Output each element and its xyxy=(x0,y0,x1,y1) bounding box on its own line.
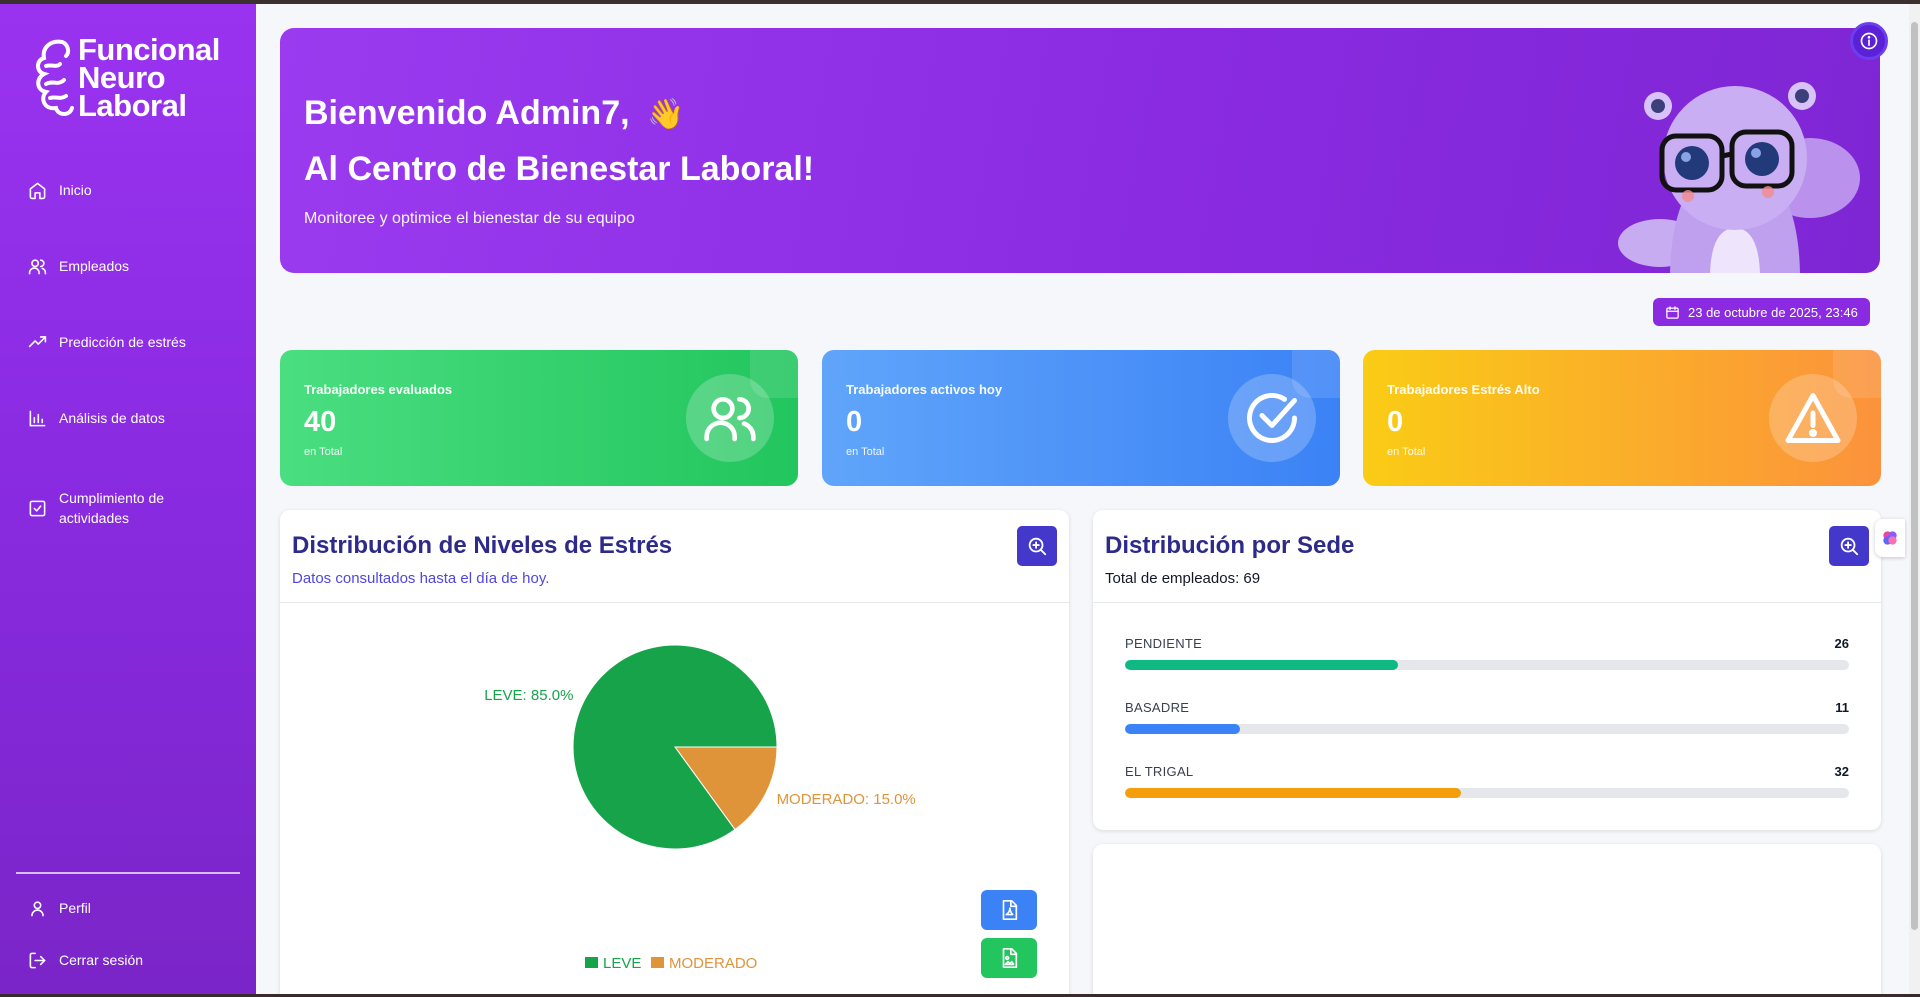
brain-widget-button[interactable] xyxy=(1875,519,1905,557)
user-icon xyxy=(31,900,44,916)
legend-label: LEVE xyxy=(603,955,641,972)
stat-card-estres-alto: Trabajadores Estrés Alto 0 en Total xyxy=(1363,350,1881,486)
wave-emoji-icon: 👋 xyxy=(647,98,685,131)
legend-label: MODERADO xyxy=(669,955,757,972)
info-button[interactable] xyxy=(1850,22,1888,60)
sede-name: PENDIENTE xyxy=(1125,636,1203,651)
trending-up-icon xyxy=(28,335,47,347)
date-badge: 23 de octubre de 2025, 23:46 xyxy=(1653,298,1870,326)
sidebar-item-label: Perfil xyxy=(59,900,91,916)
sede-progress-fill xyxy=(1125,724,1241,734)
image-file-icon xyxy=(1002,948,1018,968)
legend-item-leve[interactable]: LEVE xyxy=(585,955,641,972)
check-square-icon xyxy=(29,500,46,516)
sidebar-item-label: Cumplimiento de actividades xyxy=(59,490,165,526)
sede-count: 11 xyxy=(1835,700,1849,715)
pie-label-leve: LEVE: 85.0% xyxy=(484,687,573,704)
sidebar-item-analisis[interactable]: Análisis de datos xyxy=(28,408,209,428)
sidebar-item-prediccion[interactable]: Predicción de estrés xyxy=(28,332,209,352)
pdf-file-icon xyxy=(1002,900,1018,920)
stat-value: 40 xyxy=(304,406,337,438)
sidebar-item-cerrar-sesion[interactable]: Cerrar sesión xyxy=(28,950,209,970)
sidebar-item-label: Predicción de estrés xyxy=(59,334,186,350)
export-pdf-button[interactable] xyxy=(981,890,1037,930)
sede-name: EL TRIGAL xyxy=(1125,764,1194,779)
card-title: Distribución por Sede xyxy=(1105,532,1355,559)
logo-text: Funcional Neuro Laboral xyxy=(78,34,220,123)
stat-label: Trabajadores activos hoy xyxy=(846,382,1003,397)
logo-line-3: Laboral xyxy=(78,88,187,123)
stat-icon-wrap xyxy=(1769,374,1857,462)
home-icon xyxy=(29,182,46,199)
sede-progress-track xyxy=(1125,660,1849,670)
sidebar-divider xyxy=(16,872,240,874)
card-title: Distribución de Niveles de Estrés xyxy=(292,532,673,559)
sidebar: Funcional Neuro Laboral Inicio Empleados… xyxy=(0,4,256,994)
card-subtitle: Total de empleados: 69 xyxy=(1105,570,1261,587)
sede-progress-fill xyxy=(1125,788,1461,798)
app-logo[interactable]: Funcional Neuro Laboral xyxy=(32,34,220,122)
card-subtitle: Datos consultados hasta el día de hoy. xyxy=(292,570,550,587)
sidebar-item-inicio[interactable]: Inicio xyxy=(28,180,209,200)
sede-name: BASADRE xyxy=(1125,700,1190,715)
stat-card-evaluados: Trabajadores evaluados 40 en Total xyxy=(280,350,798,486)
page-scrollbar[interactable] xyxy=(1909,4,1920,994)
sidebar-item-label: Empleados xyxy=(59,258,130,274)
info-icon xyxy=(1860,32,1878,50)
stat-caption: en Total xyxy=(846,446,885,458)
sede-progress-fill xyxy=(1125,660,1398,670)
legend-item-moderado[interactable]: MODERADO xyxy=(651,955,757,972)
stat-icon-wrap xyxy=(1228,374,1316,462)
pie-label-moderado: MODERADO: 15.0% xyxy=(777,791,916,808)
check-circle-icon xyxy=(1247,393,1297,443)
zoom-button[interactable] xyxy=(1829,526,1869,566)
bar-chart-icon xyxy=(29,410,46,426)
greeting-text: Bienvenido Admin7, xyxy=(304,94,630,132)
sidebar-item-label: Análisis de datos xyxy=(59,410,165,426)
scrollbar-thumb[interactable] xyxy=(1911,22,1918,930)
users-icon xyxy=(28,258,47,274)
stat-caption: en Total xyxy=(304,446,343,458)
brain-logo-icon xyxy=(36,39,74,116)
zoom-button[interactable] xyxy=(1017,526,1057,566)
stat-icon-wrap xyxy=(686,374,774,462)
zoom-in-icon xyxy=(1028,537,1047,556)
stress-pie-chart: MODERADO: 15.0% LEVE: 85.0% LEVE MODERADO xyxy=(484,644,916,972)
calendar-icon xyxy=(1666,305,1679,319)
export-image-button[interactable] xyxy=(981,938,1037,978)
zoom-in-icon xyxy=(1840,537,1859,556)
sede-count: 26 xyxy=(1834,636,1849,651)
sidebar-item-empleados[interactable]: Empleados xyxy=(28,256,209,276)
empty-card xyxy=(1093,844,1881,994)
welcome-banner: Bienvenido Admin7, 👋 Al Centro de Bienes… xyxy=(280,28,1880,273)
logout-icon xyxy=(29,952,46,968)
stat-label: Trabajadores evaluados xyxy=(304,382,453,397)
stat-label: Trabajadores Estrés Alto xyxy=(1387,382,1540,397)
sidebar-item-cumplimiento[interactable]: Cumplimiento de actividades xyxy=(28,488,209,528)
app-frame: Funcional Neuro Laboral Inicio Empleados… xyxy=(0,4,1909,994)
sede-progress-track xyxy=(1125,788,1849,798)
users-icon xyxy=(704,397,756,442)
sidebar-item-perfil[interactable]: Perfil xyxy=(28,898,209,918)
stress-distribution-card: Distribución de Niveles de Estrés Datos … xyxy=(280,510,1069,994)
sede-distribution-card: Distribución por Sede Total de empleados… xyxy=(1093,510,1881,830)
sidebar-item-label: Cerrar sesión xyxy=(59,952,144,968)
welcome-title: Al Centro de Bienestar Laboral! xyxy=(304,150,815,188)
sidebar-item-label: Inicio xyxy=(59,182,92,198)
legend-swatch xyxy=(651,957,664,968)
sede-progress-track xyxy=(1125,724,1849,734)
card-divider xyxy=(1093,602,1881,603)
stat-value: 0 xyxy=(846,406,863,438)
stat-caption: en Total xyxy=(1387,446,1426,458)
stat-card-activos: Trabajadores activos hoy 0 en Total xyxy=(822,350,1340,486)
date-text: 23 de octubre de 2025, 23:46 xyxy=(1688,304,1858,320)
welcome-subtitle: Monitoree y optimice el bienestar de su … xyxy=(304,210,635,227)
mascot-illustration-icon xyxy=(1618,82,1860,273)
welcome-greeting: Bienvenido Admin7, 👋 xyxy=(304,94,684,133)
brain-icon xyxy=(1883,531,1897,545)
stat-value: 0 xyxy=(1387,406,1404,438)
legend-swatch xyxy=(585,957,598,968)
warning-icon xyxy=(1785,393,1841,443)
sede-count: 32 xyxy=(1834,764,1849,779)
